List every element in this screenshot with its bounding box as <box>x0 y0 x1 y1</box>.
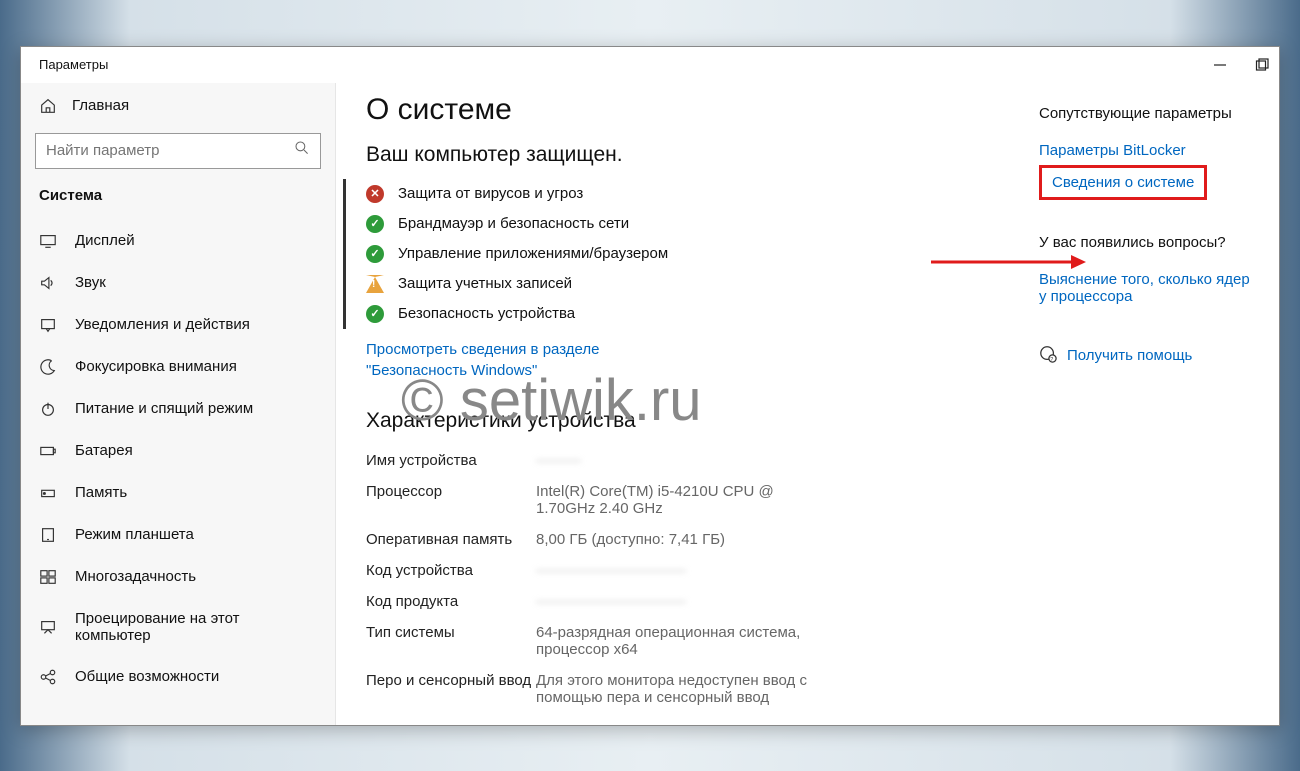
help-icon: ? <box>1039 345 1057 367</box>
question-link[interactable]: Выяснение того, сколько ядер у процессор… <box>1039 265 1259 311</box>
power-icon <box>39 400 57 418</box>
spec-row: Код продукта —————————— <box>366 586 989 617</box>
questions-heading: У вас появились вопросы? <box>1039 234 1259 251</box>
spec-label: Код продукта <box>366 593 536 610</box>
security-list: ✕ Защита от вирусов и угроз ✓ Брандмауэр… <box>343 179 989 329</box>
security-label: Безопасность устройства <box>398 305 575 322</box>
home-icon <box>39 97 57 115</box>
status-ok-icon: ✓ <box>366 215 384 233</box>
sidebar-item-display[interactable]: Дисплей <box>21 220 335 262</box>
status-warn-icon <box>366 275 384 293</box>
minimize-button[interactable] <box>1213 58 1227 72</box>
spec-label: Имя устройства <box>366 452 536 469</box>
security-label: Управление приложениями/браузером <box>398 245 668 262</box>
tablet-icon <box>39 526 57 544</box>
security-label: Защита от вирусов и угроз <box>398 185 583 202</box>
spec-row: Имя устройства ——— <box>366 445 989 476</box>
search-icon <box>294 140 310 161</box>
sidebar-item-label: Звук <box>75 274 106 291</box>
main-content: О системе Ваш компьютер защищен. ✕ Защит… <box>336 83 1019 725</box>
related-heading: Сопутствующие параметры <box>1039 105 1259 122</box>
window-controls <box>1213 58 1269 72</box>
spec-row: Тип системы 64-разрядная операционная си… <box>366 617 989 665</box>
related-link-system-info[interactable]: Сведения о системе <box>1039 165 1207 200</box>
sidebar-item-shared[interactable]: Общие возможности <box>21 656 335 698</box>
speaker-icon <box>39 274 57 292</box>
sidebar-item-label: Фокусировка внимания <box>75 358 237 375</box>
share-icon <box>39 668 57 686</box>
sidebar-item-tablet[interactable]: Режим планшета <box>21 514 335 556</box>
sidebar-item-sound[interactable]: Звук <box>21 262 335 304</box>
spec-row: Оперативная память 8,00 ГБ (доступно: 7,… <box>366 524 989 555</box>
sidebar-item-projecting[interactable]: Проецирование на этот компьютер <box>21 598 335 656</box>
sidebar-item-focus[interactable]: Фокусировка внимания <box>21 346 335 388</box>
svg-text:?: ? <box>1050 357 1053 363</box>
spec-value: Для этого монитора недоступен ввод с пом… <box>536 672 836 706</box>
security-label: Защита учетных записей <box>398 275 572 292</box>
spec-row: Процессор Intel(R) Core(TM) i5-4210U CPU… <box>366 476 989 524</box>
sidebar-item-label: Общие возможности <box>75 668 219 685</box>
sidebar-item-storage[interactable]: Память <box>21 472 335 514</box>
security-label: Брандмауэр и безопасность сети <box>398 215 629 232</box>
sidebar-item-label: Многозадачность <box>75 568 196 585</box>
spec-label: Процессор <box>366 483 536 517</box>
sidebar-item-power[interactable]: Питание и спящий режим <box>21 388 335 430</box>
device-heading: Характеристики устройства <box>366 409 989 433</box>
sidebar-item-label: Уведомления и действия <box>75 316 250 333</box>
sidebar-item-label: Проецирование на этот компьютер <box>75 610 317 644</box>
sidebar-item-notifications[interactable]: Уведомления и действия <box>21 304 335 346</box>
sidebar-item-label: Дисплей <box>75 232 135 249</box>
spec-label: Перо и сенсорный ввод <box>366 672 536 706</box>
settings-window: Параметры Главная <box>20 46 1280 726</box>
spec-list: Имя устройства ——— Процессор Intel(R) Co… <box>366 445 989 713</box>
status-ok-icon: ✓ <box>366 305 384 323</box>
maximize-button[interactable] <box>1255 58 1269 72</box>
security-details-link[interactable]: Просмотреть сведения в разделе "Безопасн… <box>366 339 676 381</box>
security-row: Защита учетных записей <box>366 269 989 299</box>
sidebar-section-title: Система <box>21 183 335 220</box>
spec-value: —————————— <box>536 593 836 610</box>
spec-value: 8,00 ГБ (доступно: 7,41 ГБ) <box>536 531 836 548</box>
spec-value: 64-разрядная операционная система, проце… <box>536 624 836 658</box>
search-input[interactable] <box>46 142 294 159</box>
security-row: ✓ Управление приложениями/браузером <box>366 239 989 269</box>
spec-value: Intel(R) Core(TM) i5-4210U CPU @ 1.70GHz… <box>536 483 836 517</box>
sidebar-item-label: Память <box>75 484 127 501</box>
project-icon <box>39 618 57 636</box>
sidebar-home[interactable]: Главная <box>21 85 335 127</box>
spec-label: Тип системы <box>366 624 536 658</box>
sidebar-item-label: Режим планшета <box>75 526 194 543</box>
titlebar: Параметры <box>21 47 1279 83</box>
sidebar-home-label: Главная <box>72 97 129 114</box>
search-box[interactable] <box>35 133 321 169</box>
security-heading: Ваш компьютер защищен. <box>366 143 989 167</box>
sidebar-item-multitask[interactable]: Многозадачность <box>21 556 335 598</box>
spec-row: Перо и сенсорный ввод Для этого монитора… <box>366 665 989 713</box>
sidebar: Главная Система Дисплей Звук Уведомления… <box>21 83 336 725</box>
spec-value: ——— <box>536 452 836 469</box>
sidebar-item-label: Питание и спящий режим <box>75 400 253 417</box>
spec-row: Код устройства —————————— <box>366 555 989 586</box>
monitor-icon <box>39 232 57 250</box>
multitask-icon <box>39 568 57 586</box>
notification-icon <box>39 316 57 334</box>
sidebar-item-battery[interactable]: Батарея <box>21 430 335 472</box>
window-title: Параметры <box>39 57 108 72</box>
status-ok-icon: ✓ <box>366 245 384 263</box>
security-row: ✕ Защита от вирусов и угроз <box>366 179 989 209</box>
right-pane: Сопутствующие параметры Параметры BitLoc… <box>1019 83 1279 725</box>
battery-icon <box>39 442 57 460</box>
moon-icon <box>39 358 57 376</box>
status-bad-icon: ✕ <box>366 185 384 203</box>
spec-value: —————————— <box>536 562 836 579</box>
spec-label: Оперативная память <box>366 531 536 548</box>
spec-label: Код устройства <box>366 562 536 579</box>
storage-icon <box>39 484 57 502</box>
related-link-bitlocker[interactable]: Параметры BitLocker <box>1039 136 1259 165</box>
security-row: ✓ Брандмауэр и безопасность сети <box>366 209 989 239</box>
get-help-link[interactable]: Получить помощь <box>1067 347 1192 364</box>
sidebar-item-label: Батарея <box>75 442 133 459</box>
page-title: О системе <box>366 93 989 127</box>
security-row: ✓ Безопасность устройства <box>366 299 989 329</box>
